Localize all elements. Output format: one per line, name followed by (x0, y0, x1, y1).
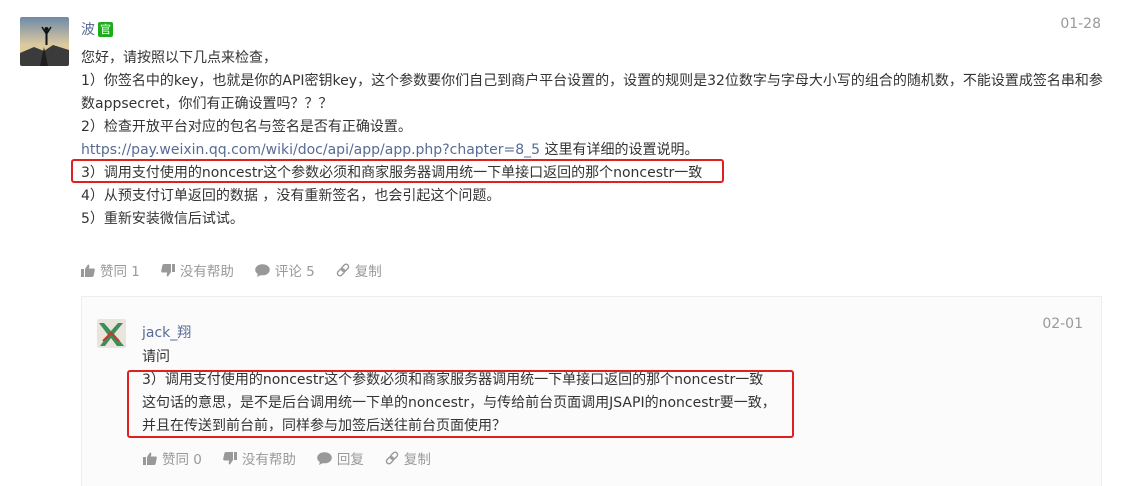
reply-not-helpful-button[interactable]: 没有帮助 (223, 448, 296, 468)
post-line-link: https://pay.weixin.qq.com/wiki/doc/api/a… (81, 139, 1106, 162)
post-line-3: 3）调用支付使用的noncestr这个参数必须和商家服务器调用统一下单接口返回的… (81, 165, 703, 181)
doc-link-suffix: 这里有详细的设置说明。 (540, 142, 699, 158)
like-button[interactable]: 赞同 1 (81, 260, 140, 280)
link-chain-icon (336, 263, 350, 277)
post-date: 01-28 (1060, 16, 1101, 32)
reply-line-0: 请问 (142, 349, 170, 365)
reply-author-avatar[interactable] (97, 319, 126, 348)
reply-author-name[interactable]: jack_翔 (142, 322, 191, 342)
comment-count-label: 评论 5 (274, 264, 315, 280)
thumb-down-icon (161, 263, 175, 276)
reply-body: 请问 3）调用支付使用的noncestr这个参数必须和商家服务器调用统一下单接口… (142, 346, 802, 438)
thumb-up-icon (81, 264, 95, 277)
forum-thread: 波 官 01-28 您好，请按照以下几点来检查， 1）你签名中的key，也就是你… (0, 0, 1138, 486)
reply-button[interactable]: 回复 (317, 448, 364, 468)
not-helpful-button[interactable]: 没有帮助 (161, 260, 234, 280)
reply-date: 02-01 (1042, 316, 1083, 332)
post-line-2: 2）检查开放平台对应的包名与签名是否有正确设置。 (81, 119, 412, 135)
reply-not-helpful-label: 没有帮助 (241, 452, 296, 468)
reply-copy-link-button[interactable]: 复制 (385, 448, 431, 468)
post-line-greeting: 您好，请按照以下几点来检查， (81, 50, 277, 66)
copy-label: 复制 (354, 264, 382, 280)
post-line-1: 1）你签名中的key，也就是你的API密钥key，这个参数要你们自己到商户平台设… (81, 73, 1103, 112)
link-chain-icon (385, 451, 399, 465)
post-action-bar: 赞同 1 没有帮助 评论 5 复制 (81, 260, 403, 280)
comment-button[interactable]: 评论 5 (255, 260, 315, 280)
reply-label: 回复 (336, 452, 364, 468)
thumb-up-icon (143, 452, 157, 465)
thumb-down-icon (223, 451, 237, 464)
copy-link-button[interactable]: 复制 (336, 260, 382, 280)
post-line-5: 5）重新安装微信后试试。 (81, 211, 244, 227)
not-helpful-label: 没有帮助 (179, 264, 234, 280)
reply-action-bar: 赞同 0 没有帮助 回复 复制 (143, 448, 452, 468)
reply-copy-label: 复制 (403, 452, 431, 468)
reply-like-count-label: 赞同 0 (162, 452, 202, 468)
post-body: 您好，请按照以下几点来检查， 1）你签名中的key，也就是你的API密钥key，… (81, 47, 1106, 231)
comment-bubble-icon (255, 263, 270, 277)
reply-line-3: 并且在传送到前台前，同样参与加签后送往前台页面使用？ (142, 418, 506, 434)
reply-icon (317, 451, 332, 465)
reply-line-2: 这句话的意思，是不是后台调用统一下单的noncestr，与传给前台页面调用JSA… (142, 395, 776, 411)
author-avatar[interactable] (20, 17, 69, 66)
post-author-row: 波 官 (81, 19, 113, 39)
post-line-4: 4）从预支付订单返回的数据 ，没有重新签名，也会引起这个问题。 (81, 188, 501, 204)
post-author-name[interactable]: 波 (81, 19, 95, 39)
wechat-pay-doc-link[interactable]: https://pay.weixin.qq.com/wiki/doc/api/a… (81, 142, 540, 158)
reply-like-button[interactable]: 赞同 0 (143, 448, 202, 468)
reply-line-1: 3）调用支付使用的noncestr这个参数必须和商家服务器调用统一下单接口返回的… (142, 372, 764, 388)
like-count-label: 赞同 1 (100, 264, 140, 280)
official-badge: 官 (98, 21, 113, 37)
